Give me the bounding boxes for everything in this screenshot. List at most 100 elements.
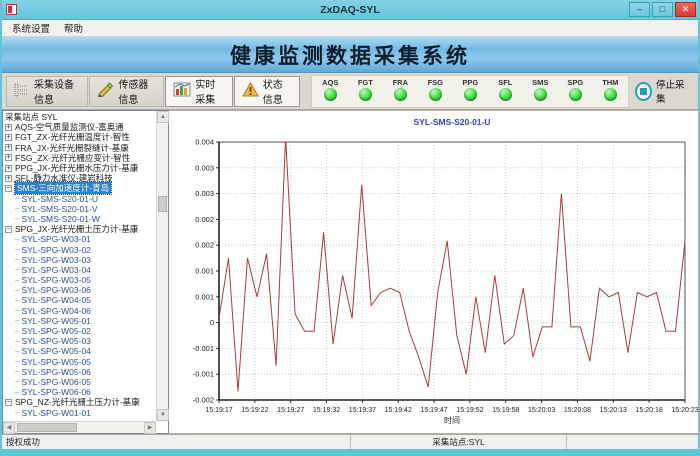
channel-sms: SMS — [528, 78, 552, 101]
channel-label: PPG — [462, 78, 478, 87]
tree-item-label: SYL-SPG-W04-05 — [21, 295, 90, 305]
tree-item-29[interactable]: –SYL-SPG-W01-01 — [5, 407, 156, 417]
tree-item-label: SYL-SPG-W05-05 — [21, 357, 90, 367]
chart-title: SYL-SMS-S20-01-U — [414, 117, 491, 127]
channel-ppg: PPG — [458, 78, 482, 101]
green-led-icon — [534, 88, 547, 101]
tree-item-label: SYL-SPG-W03-03 — [21, 255, 90, 265]
tree-item-label: SPG_NZ-光纤光栅土压力计-基康 — [15, 396, 140, 408]
horizontal-scroll-thumb[interactable] — [17, 423, 77, 432]
channel-aqs: AQS — [318, 78, 342, 101]
scroll-down-icon[interactable]: ▼ — [157, 409, 169, 421]
tree-connector: – — [15, 276, 19, 285]
tree-item-7[interactable]: −SMS-三向加速度计-青岛 — [5, 183, 156, 193]
tree-connector: – — [15, 367, 19, 376]
x-tick-label: 15:20:23 — [671, 407, 698, 414]
tree-item-9[interactable]: –SYL-SMS-S20-01-V — [5, 204, 156, 214]
toolbar-button-3[interactable]: 状态信息 — [234, 76, 301, 107]
sensor-info-icon — [97, 82, 114, 100]
station-tree-panel: 采集站点 SYL+AQS-空气质量监测仪-富奥通+FGT_ZX-光纤光栅温度计-… — [2, 110, 169, 434]
tree-item-11[interactable]: −SPG_JX-光纤光栅土压力计-基康 — [5, 224, 156, 234]
collapse-icon[interactable]: − — [5, 185, 12, 192]
toolbar-button-0[interactable]: 采集设备信息 — [6, 76, 88, 107]
expand-icon[interactable]: + — [5, 144, 12, 151]
channel-fra: FRA — [388, 78, 412, 101]
tree-connector: – — [15, 255, 19, 264]
collapse-icon[interactable]: − — [5, 226, 12, 233]
maximize-button[interactable]: □ — [652, 2, 673, 17]
tree-connector: – — [15, 388, 19, 397]
tree-connector: – — [15, 214, 19, 223]
tree-item-13[interactable]: –SYL-SPG-W03-02 — [5, 244, 156, 254]
tree-item-19[interactable]: –SYL-SPG-W04-06 — [5, 306, 156, 316]
data-line — [219, 138, 685, 392]
tree-connector: – — [15, 194, 19, 203]
vertical-scroll-thumb[interactable] — [158, 196, 167, 212]
channel-spg: SPG — [563, 78, 587, 101]
realtime-chart-icon — [173, 82, 191, 100]
x-axis-title: 时间 — [444, 415, 460, 425]
tree-item-label: SYL-SPG-W03-02 — [21, 245, 90, 255]
collapse-icon[interactable]: − — [5, 399, 12, 406]
line-chart: SYL-SMS-S20-01-U0.0040.0030.0030.0020.00… — [169, 111, 698, 436]
y-tick-label: 0 — [210, 318, 214, 327]
tree-item-23[interactable]: –SYL-SPG-W05-04 — [5, 346, 156, 356]
y-tick-label: 0.003 — [195, 189, 214, 198]
tree-item-22[interactable]: –SYL-SPG-W05-03 — [5, 336, 156, 346]
y-tick-label: 0.001 — [195, 267, 214, 276]
tree-item-25[interactable]: –SYL-SPG-W05-06 — [5, 367, 156, 377]
tree-item-26[interactable]: –SYL-SPG-W06-05 — [5, 377, 156, 387]
tree-connector: – — [15, 306, 19, 315]
tree-item-18[interactable]: –SYL-SPG-W04-05 — [5, 295, 156, 305]
toolbar: 采集设备信息传感器信息实时采集状态信息 AQSFGTFRAFSGPPGSFLSM… — [2, 73, 698, 110]
close-button[interactable]: ✕ — [675, 2, 696, 17]
scroll-left-icon[interactable]: ◀ — [3, 422, 15, 434]
tree-item-20[interactable]: –SYL-SPG-W05-01 — [5, 316, 156, 326]
menu-item-1[interactable]: 帮助 — [58, 20, 89, 36]
stop-icon — [635, 82, 652, 101]
status-led-row: AQSFGTFRAFSGPPGSFLSMSSPGTHM — [311, 75, 629, 108]
scroll-up-icon[interactable]: ▲ — [157, 111, 169, 123]
x-tick-label: 15:20:03 — [528, 407, 555, 414]
tree-item-17[interactable]: –SYL-SPG-W03-06 — [5, 285, 156, 295]
tree-connector: – — [15, 265, 19, 274]
app-window: ZxDAQ-SYL –□✕ 系统设置帮助 健康监测数据采集系统 采集设备信息传感… — [0, 0, 700, 456]
x-tick-label: 15:19:32 — [313, 407, 340, 414]
tree-item-28[interactable]: −SPG_NZ-光纤光栅土压力计-基康 — [5, 397, 156, 407]
tree-item-21[interactable]: –SYL-SPG-W05-02 — [5, 326, 156, 336]
tree-item-14[interactable]: –SYL-SPG-W03-03 — [5, 255, 156, 265]
tree-item-15[interactable]: –SYL-SPG-W03-04 — [5, 265, 156, 275]
tree-item-16[interactable]: –SYL-SPG-W03-05 — [5, 275, 156, 285]
tree-item-label: SYL-SPG-W05-02 — [21, 326, 90, 336]
tree-horizontal-scrollbar[interactable]: ◀ ▶ — [3, 421, 156, 433]
auth-status-text: 授权成功 — [2, 435, 351, 449]
scroll-right-icon[interactable]: ▶ — [144, 422, 156, 434]
tree-item-label: SYL-SMS-S20-01-V — [21, 204, 97, 214]
green-led-icon — [359, 88, 372, 101]
tree-item-8[interactable]: –SYL-SMS-S20-01-U — [5, 194, 156, 204]
tree-item-24[interactable]: –SYL-SPG-W05-05 — [5, 357, 156, 367]
expand-icon[interactable]: + — [5, 124, 12, 131]
station-status-text: 采集站点:SYL — [351, 435, 567, 449]
tree-item-label: SYL-SPG-W05-01 — [21, 316, 90, 326]
green-led-icon — [324, 88, 337, 101]
expand-icon[interactable]: + — [5, 175, 12, 182]
expand-icon[interactable]: + — [5, 134, 12, 141]
y-tick-label: 0.001 — [195, 292, 214, 301]
tree-item-12[interactable]: –SYL-SPG-W03-01 — [5, 234, 156, 244]
expand-icon[interactable]: + — [5, 154, 12, 161]
toolbar-button-1[interactable]: 传感器信息 — [89, 76, 164, 107]
tree-connector: – — [15, 347, 19, 356]
toolbar-button-label: 实时采集 — [195, 76, 224, 106]
toolbar-button-2[interactable]: 实时采集 — [165, 76, 232, 107]
stop-collect-button[interactable]: 停止采集 — [629, 75, 694, 107]
tree-vertical-scrollbar[interactable]: ▲ ▼ — [156, 111, 168, 421]
menu-item-0[interactable]: 系统设置 — [6, 20, 56, 36]
window-title: ZxDAQ-SYL — [2, 4, 698, 16]
tree-connector: – — [15, 377, 19, 386]
expand-icon[interactable]: + — [5, 165, 12, 172]
station-tree: 采集站点 SYL+AQS-空气质量监测仪-富奥通+FGT_ZX-光纤光栅温度计-… — [3, 111, 156, 421]
tree-connector: – — [15, 296, 19, 305]
toolbar-button-label: 状态信息 — [263, 76, 293, 106]
minimize-button[interactable]: – — [629, 2, 650, 17]
